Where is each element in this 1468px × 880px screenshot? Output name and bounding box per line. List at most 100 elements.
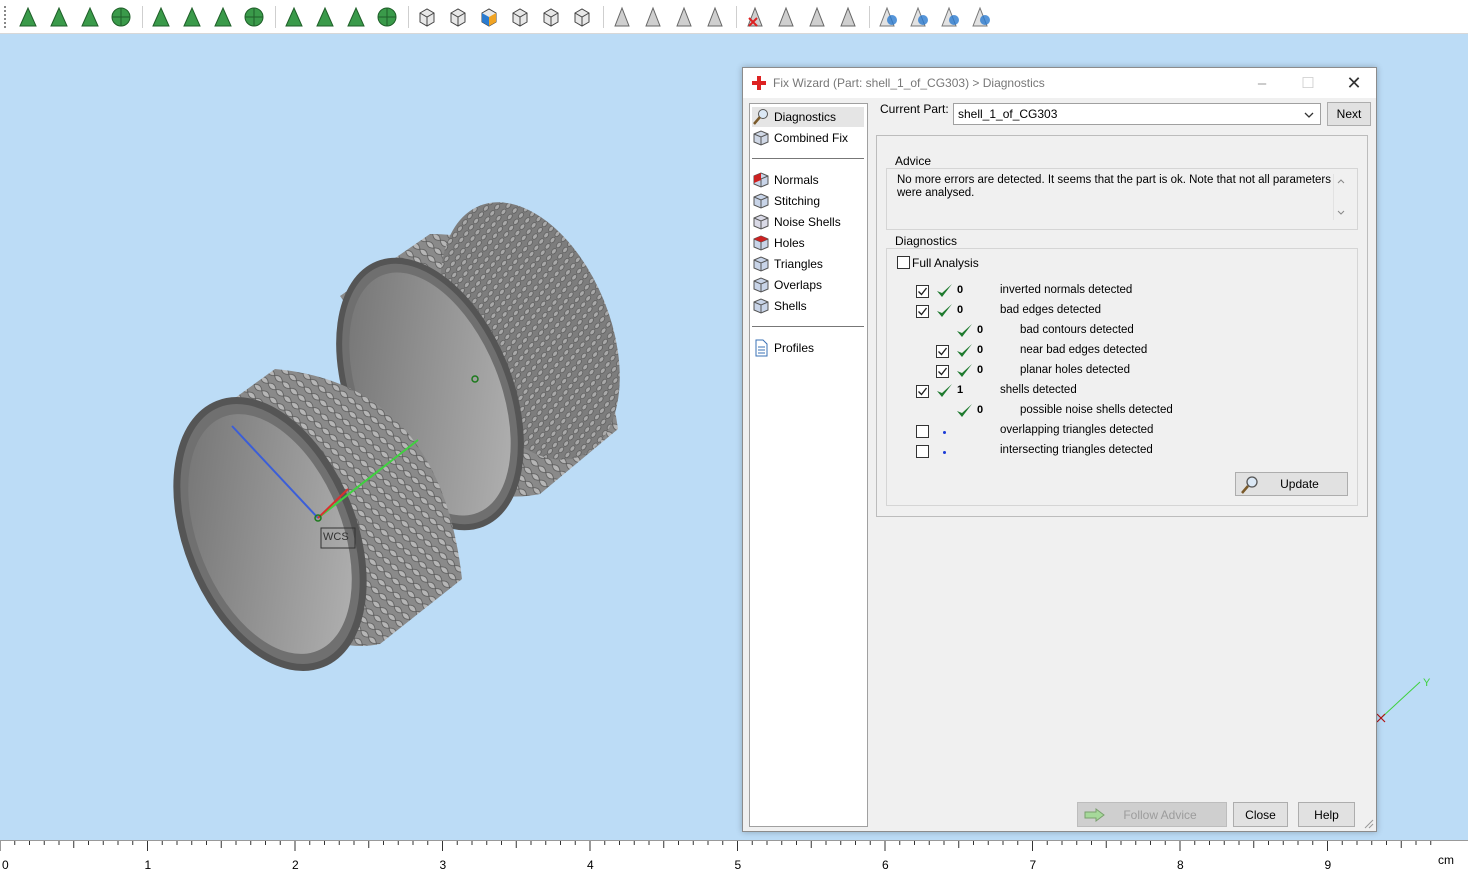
resize-grip-icon[interactable] xyxy=(1362,817,1374,829)
nav-item-label: Triangles xyxy=(774,257,823,271)
toolbar-separator xyxy=(408,5,409,28)
current-part-label: Current Part: xyxy=(880,102,949,116)
view-right-icon xyxy=(512,7,528,27)
view-back-icon xyxy=(450,7,466,27)
advice-title: Advice xyxy=(893,154,934,168)
grow-select-button[interactable] xyxy=(280,3,308,31)
update-button[interactable]: Update xyxy=(1235,472,1348,496)
select-shell-button[interactable] xyxy=(107,3,135,31)
nav-item-label: Normals xyxy=(774,173,819,187)
diagnostic-label: shells detected xyxy=(1000,384,1077,396)
fill-button[interactable] xyxy=(670,3,698,31)
ruler-label: 2 xyxy=(292,858,299,872)
info-button[interactable] xyxy=(936,3,964,31)
nav-item-triangles[interactable]: Triangles xyxy=(752,254,864,274)
triangle-select-button[interactable] xyxy=(311,3,339,31)
rectangle-select-button[interactable] xyxy=(147,3,175,31)
diagnostic-count: 0 xyxy=(977,344,984,356)
measure-button[interactable] xyxy=(608,3,636,31)
toolbar-separator xyxy=(142,5,143,28)
view-iso-button[interactable] xyxy=(568,3,596,31)
nav-item-stitching[interactable]: Stitching xyxy=(752,191,864,211)
nav-item-label: Diagnostics xyxy=(774,110,837,124)
toolbar-grip[interactable] xyxy=(4,5,8,28)
full-analysis-checkbox[interactable] xyxy=(897,256,910,269)
diagnostic-label: possible noise shells detected xyxy=(1020,404,1173,416)
checkmark-icon xyxy=(918,287,928,296)
diagnostic-checkbox[interactable] xyxy=(936,365,949,378)
ruler-unit: cm xyxy=(1438,853,1454,867)
checkmark-icon xyxy=(918,307,928,316)
dialog-titlebar[interactable]: Fix Wizard (Part: shell_1_of_CG303) > Di… xyxy=(743,68,1376,98)
close-icon[interactable]: ✕ xyxy=(1331,68,1377,98)
select-edge-button[interactable] xyxy=(76,3,104,31)
nav-item-profiles[interactable]: Profiles xyxy=(752,338,864,358)
mesh-select-icon xyxy=(244,7,264,26)
analyze-button[interactable] xyxy=(701,3,729,31)
diagnostic-label: bad edges detected xyxy=(1000,304,1102,316)
nav-item-overlaps[interactable]: Overlaps xyxy=(752,275,864,295)
ok-check-icon xyxy=(955,342,973,360)
nav-item-combined-fix[interactable]: Combined Fix xyxy=(752,128,864,148)
diagnostic-checkbox[interactable] xyxy=(916,305,929,318)
curve-select-icon xyxy=(214,6,232,26)
diagnostic-checkbox[interactable] xyxy=(936,345,949,358)
lasso-select-button[interactable] xyxy=(178,3,206,31)
close-button[interactable]: Close xyxy=(1233,802,1288,827)
view-back-button[interactable] xyxy=(444,3,472,31)
minimize-icon[interactable]: – xyxy=(1239,68,1285,98)
rectangle-select-icon xyxy=(152,6,170,26)
nav-item-noise-shells[interactable]: Noise Shells xyxy=(752,212,864,232)
hide-button[interactable] xyxy=(874,3,902,31)
select-arrow-button[interactable] xyxy=(14,3,42,31)
brush-select-icon xyxy=(377,7,397,26)
sphere-select-button[interactable] xyxy=(342,3,370,31)
cut-button[interactable] xyxy=(639,3,667,31)
view-right-button[interactable] xyxy=(506,3,534,31)
settings-button[interactable] xyxy=(967,3,995,31)
lasso-select-icon xyxy=(183,6,201,26)
nav-item-normals[interactable]: Normals xyxy=(752,170,864,190)
nav-divider xyxy=(752,326,864,327)
settings-icon xyxy=(972,6,990,26)
unhide-icon xyxy=(910,6,928,26)
diagnostic-checkbox[interactable] xyxy=(916,425,929,438)
ruler-label: 4 xyxy=(587,858,594,872)
fix-wizard-dialog: Fix Wizard (Part: shell_1_of_CG303) > Di… xyxy=(742,67,1377,832)
delete-button[interactable] xyxy=(741,3,769,31)
measure-icon xyxy=(614,6,630,26)
profiles-icon xyxy=(752,339,770,357)
unhide-button[interactable] xyxy=(905,3,933,31)
help-button[interactable]: Help xyxy=(1298,802,1355,827)
view-front-button[interactable] xyxy=(413,3,441,31)
diagnostic-label: near bad edges detected xyxy=(1020,344,1148,356)
mesh-select-button[interactable] xyxy=(240,3,268,31)
ruler-label: 6 xyxy=(882,858,889,872)
diagnostic-checkbox[interactable] xyxy=(916,285,929,298)
nav-item-label: Shells xyxy=(774,299,807,313)
view-left-button[interactable] xyxy=(475,3,503,31)
smooth-button[interactable] xyxy=(834,3,862,31)
curve-select-button[interactable] xyxy=(209,3,237,31)
current-part-select[interactable]: shell_1_of_CG303 xyxy=(953,103,1321,125)
diagnostic-checkbox[interactable] xyxy=(916,385,929,398)
arrow-right-icon xyxy=(1084,808,1105,822)
diagnostic-checkbox[interactable] xyxy=(916,445,929,458)
brush-select-button[interactable] xyxy=(373,3,401,31)
extrude-button[interactable] xyxy=(772,3,800,31)
diagnostic-count: 0 xyxy=(977,404,984,416)
select-surface-button[interactable] xyxy=(45,3,73,31)
next-button[interactable]: Next xyxy=(1327,102,1371,126)
nav-item-holes[interactable]: Holes xyxy=(752,233,864,253)
nav-item-diagnostics[interactable]: Diagnostics xyxy=(752,107,864,127)
ok-check-icon xyxy=(935,302,953,320)
advice-scrollbar[interactable] xyxy=(1333,174,1347,220)
extrude-icon xyxy=(778,6,794,26)
triangle-select-icon xyxy=(316,6,334,26)
update-label: Update xyxy=(1280,477,1319,491)
offset-button[interactable] xyxy=(803,3,831,31)
select-shell-icon xyxy=(111,7,131,26)
view-top-button[interactable] xyxy=(537,3,565,31)
nav-item-shells[interactable]: Shells xyxy=(752,296,864,316)
info-icon xyxy=(941,6,959,26)
